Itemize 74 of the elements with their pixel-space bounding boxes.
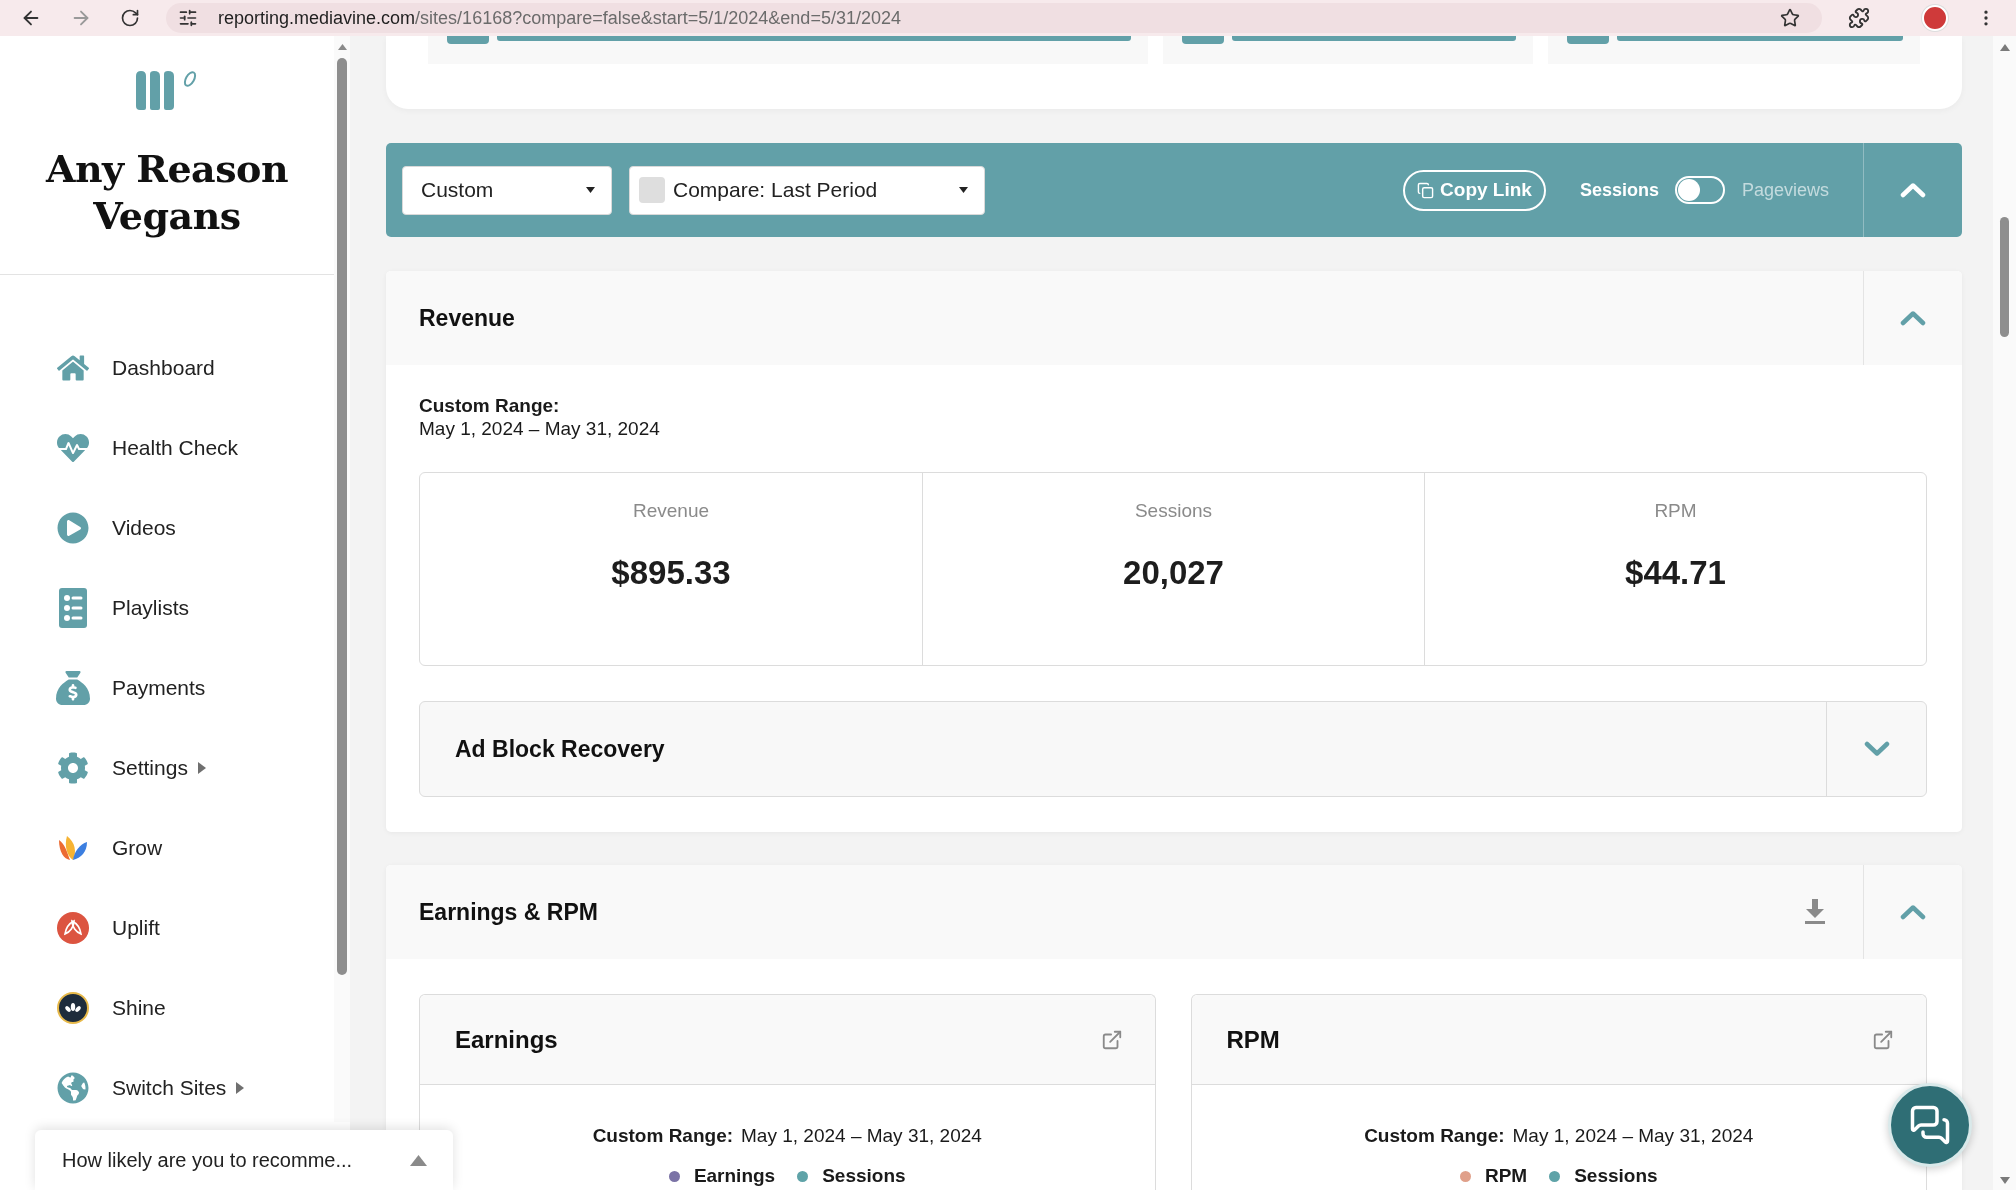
chart-title: RPM [1226,1025,1281,1054]
survey-tab[interactable]: How likely are you to recomme... [35,1130,453,1190]
stat-label: Revenue [632,499,710,523]
download-icon [1803,899,1827,925]
sidebar-item[interactable]: Playlists [0,568,334,648]
money-bag-icon [56,671,90,705]
play-icon [57,512,89,544]
scrollbar-thumb[interactable] [337,58,347,975]
legend-label: Sessions [822,1165,906,1187]
date-range: May 1, 2024 – May 31, 2024 [1512,1124,1754,1147]
heartbeat-icon [57,432,89,464]
square-icon [1181,36,1224,44]
checkbox[interactable] [639,177,665,203]
chat-icon [1909,1104,1951,1146]
triangle-down-icon [1999,1177,2010,1184]
star-icon[interactable] [1780,8,1800,28]
date-range: May 1, 2024 – May 31, 2024 [741,1124,982,1147]
square-icon [1567,36,1610,44]
copy-icon [1417,181,1435,199]
square-icon [447,36,489,44]
sidebar-item[interactable]: Switch Sites [0,1048,334,1128]
lotus-badge-icon [57,992,89,1024]
toggle-label: Pageviews [1741,179,1829,201]
range-dropdown[interactable]: Custom [402,165,612,215]
legend-label: Earnings [693,1165,776,1187]
range-label: Custom Range: [1364,1124,1505,1147]
url-text: reporting.mediavine.com/sites/16168?compare=false&start=5/1/2024&end=5/31/2024 [218,7,902,29]
sidebar-item[interactable]: Settings [0,728,334,808]
date-range: May 1, 2024 – May 31, 2024 [419,417,661,440]
legend-label: RPM [1484,1165,1528,1187]
sidebar-item[interactable]: Dashboard [0,328,334,408]
tune-icon[interactable] [178,8,198,28]
legend-label: Sessions [1574,1165,1658,1187]
stat-label: RPM [1654,499,1697,523]
caret-down-icon [586,187,595,193]
address-bar[interactable]: reporting.mediavine.com/sites/16168?compare=false&start=5/1/2024&end=5/31/2024 [166,3,1822,33]
stat-value: $895.33 [611,553,731,593]
reload-icon[interactable] [120,8,140,28]
toggle-label: Sessions [1579,179,1659,201]
sidebar-item[interactable]: Payments [0,648,334,728]
caret-up-icon [410,1154,427,1166]
leaves-badge-icon [57,912,89,944]
scrollbar-thumb[interactable] [2000,217,2009,337]
stat-label: Sessions [1134,499,1213,523]
section-title: Earnings & RPM [419,898,599,926]
scrollbar[interactable] [334,36,350,1122]
avatar-icon[interactable] [1922,5,1948,31]
site-title: Any Reason Vegans [44,145,290,239]
section-title: Revenue [419,304,516,332]
triangle-up-icon [1999,44,2010,51]
chart-title: Earnings [455,1025,559,1054]
scrollbar[interactable] [1993,36,2016,1190]
stat-value: $44.71 [1625,553,1726,593]
external-link-icon[interactable] [1100,1028,1123,1051]
sidebar-item[interactable]: Videos [0,488,334,568]
panel-title: Ad Block Recovery [455,735,666,763]
sidebar-item[interactable]: Health Check [0,408,334,488]
puzzle-icon[interactable] [1848,7,1870,29]
petals-icon [57,835,89,861]
external-link-icon[interactable] [1872,1028,1894,1051]
toggle-switch[interactable] [1674,176,1725,204]
range-label: Custom Range: [419,394,561,417]
range-label: Custom Range: [592,1124,734,1147]
stat-value: 20,027 [1123,553,1224,593]
triangle-up-icon [337,44,347,50]
sidebar-item[interactable]: Uplift [0,888,334,968]
list-icon [59,588,87,628]
gear-icon [57,752,89,784]
caret-down-icon [959,187,968,193]
sidebar-item[interactable]: Shine [0,968,334,1048]
globe-icon [57,1072,89,1104]
download-button[interactable] [1803,899,1827,925]
sidebar-item[interactable]: Grow [0,808,334,888]
compare-dropdown[interactable]: Compare: Last Period [629,165,985,215]
